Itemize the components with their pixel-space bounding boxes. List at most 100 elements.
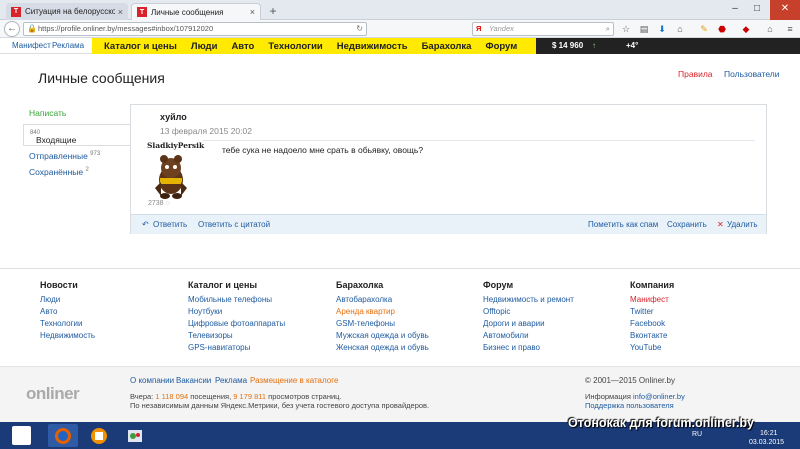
delete-icon[interactable]: ✕ (717, 220, 724, 229)
footer-link[interactable]: Facebook (630, 319, 665, 328)
menu-realty[interactable]: Недвижимость (337, 41, 408, 52)
footer-link[interactable]: GPS-навигаторы (188, 343, 250, 352)
write-message-link[interactable]: Написать (29, 108, 66, 118)
footer-link[interactable]: Люди (40, 295, 60, 304)
footer-link[interactable]: Телевизоры (188, 331, 233, 340)
footer-link[interactable]: Манифест (630, 295, 669, 304)
info-email-link[interactable]: info@onliner.by (633, 392, 685, 401)
firefox-icon (55, 427, 71, 444)
paint-taskbar-icon[interactable] (120, 424, 150, 447)
footer-heading-baraholka[interactable]: Барахолка (336, 280, 383, 290)
reply-button[interactable]: Ответить (153, 220, 187, 229)
footer-link[interactable]: Цифровые фотоаппараты (188, 319, 285, 328)
spam-button[interactable]: Пометить как спам (588, 220, 658, 229)
footer-heading-news[interactable]: Новости (40, 280, 78, 290)
footer-link[interactable]: YouTube (630, 343, 661, 352)
weather[interactable]: +4° (626, 41, 638, 50)
search-input[interactable]: Я Yandex ⌕ (472, 22, 614, 36)
browser-nav-bar: ← 🔒 https://profile.onliner.by/messages#… (0, 20, 800, 38)
message-author[interactable]: хуйло (160, 112, 187, 122)
browser-tab-1[interactable]: T Ситуация на белорусско... × (6, 3, 128, 20)
sidebar-item-saved[interactable]: Сохранённые 2 (29, 167, 89, 177)
close-tab-icon[interactable]: × (118, 7, 123, 17)
browser-tab-2[interactable]: T Личные сообщения × (131, 3, 261, 20)
minimize-icon[interactable]: – (724, 0, 746, 20)
tab-title: Ситуация на белорусско... (25, 7, 115, 16)
menu-tech[interactable]: Технологии (268, 41, 322, 52)
footer-link[interactable]: Автомобили (483, 331, 529, 340)
menu-baraholka[interactable]: Барахолка (422, 41, 472, 52)
notepad-icon[interactable] (12, 426, 31, 445)
reload-icon[interactable]: ↻ (356, 23, 363, 35)
currency-rate[interactable]: $ 14 960 (552, 41, 583, 50)
app-taskbar-icon[interactable] (84, 424, 114, 447)
footer-link[interactable]: Авто (40, 307, 57, 316)
footer-link[interactable]: Мужская одежда и обувь (336, 331, 429, 340)
footer-link[interactable]: Женская одежда и обувь (336, 343, 429, 352)
menu-icon[interactable]: ≡ (784, 23, 796, 35)
search-icon[interactable]: ⌕ (606, 23, 610, 35)
about-link[interactable]: О компании (130, 376, 174, 385)
footer-link[interactable]: Технологии (40, 319, 82, 328)
home-page-icon[interactable]: ⌂ (764, 23, 776, 35)
back-icon[interactable]: ← (4, 21, 20, 37)
home-icon[interactable]: ⌂ (674, 23, 686, 35)
firefox-taskbar-icon[interactable] (48, 424, 78, 447)
footer-link[interactable]: Мобильные телефоны (188, 295, 272, 304)
footer-heading-catalog[interactable]: Каталог и цены (188, 280, 257, 290)
footer-link[interactable]: Twitter (630, 307, 654, 316)
footer-link[interactable]: GSM-телефоны (336, 319, 395, 328)
footer-link[interactable]: Бизнес и право (483, 343, 540, 352)
menu-forum[interactable]: Форум (485, 41, 517, 52)
footer-link[interactable]: Вконтакте (630, 331, 667, 340)
footer-link[interactable]: Аренда квартир (336, 307, 395, 316)
clock-time[interactable]: 16:21 (760, 430, 778, 437)
close-tab-icon[interactable]: × (250, 7, 255, 17)
url-bar[interactable]: 🔒 https://profile.onliner.by/messages#in… (23, 22, 367, 36)
saved-count: 2 (85, 167, 89, 174)
sidebar-item-sent[interactable]: Отправленные 973 (29, 151, 100, 161)
pen-icon[interactable]: ✎ (698, 23, 710, 35)
quote-reply-button[interactable]: Ответить с цитатой (198, 220, 270, 229)
support-link[interactable]: Поддержка пользователя (585, 401, 674, 410)
app-icon (91, 427, 107, 444)
clock-date[interactable]: 03.03.2015 (749, 439, 784, 446)
ads-footer-link[interactable]: Реклама (215, 376, 247, 385)
save-button[interactable]: Сохранить (667, 220, 707, 229)
yandex-icon: Я (476, 24, 482, 33)
footer-link[interactable]: Недвижимость (40, 331, 95, 340)
onliner-logo[interactable]: onliner (26, 384, 80, 404)
footer-link[interactable]: Ноутбуки (188, 307, 222, 316)
jobs-link[interactable]: Вакансии (176, 376, 211, 385)
language-indicator[interactable]: RU (692, 431, 702, 438)
close-window-icon[interactable]: ✕ (770, 0, 800, 20)
onliner-favicon-icon: T (11, 6, 21, 17)
library-icon[interactable]: ▤ (638, 23, 650, 35)
pocket-icon[interactable]: ◆ (740, 23, 752, 35)
site-info-bar: $ 14 960 ↑ +4° (536, 38, 800, 54)
footer-link[interactable]: Автобарахолка (336, 295, 392, 304)
footer-heading-forum[interactable]: Форум (483, 280, 513, 290)
bookmark-star-icon[interactable]: ☆ (620, 23, 632, 35)
ads-link[interactable]: Реклама (52, 41, 84, 50)
sidebar-item-inbox[interactable]: Входящие 840 (23, 124, 131, 146)
menu-people[interactable]: Люди (191, 41, 218, 52)
maximize-icon[interactable]: □ (746, 0, 768, 20)
footer-heading-company[interactable]: Компания (630, 280, 674, 290)
footer-link[interactable]: Offtopic (483, 307, 510, 316)
footer-link[interactable]: Дороги и аварии (483, 319, 545, 328)
menu-catalog[interactable]: Каталог и цены (104, 41, 177, 52)
rules-link[interactable]: Правила (678, 69, 713, 79)
adblock-icon[interactable]: ⬣ (716, 23, 728, 35)
stats-visits: 1 118 094 (155, 392, 189, 401)
delete-button[interactable]: Удалить (727, 220, 758, 229)
reply-arrow-icon[interactable]: ↶ (142, 220, 149, 229)
manifest-link[interactable]: Манифест (12, 41, 51, 50)
menu-auto[interactable]: Авто (231, 41, 254, 52)
site-top-bar: Манифест Реклама Каталог и цены Люди Авт… (0, 38, 800, 54)
users-link[interactable]: Пользователи (724, 69, 779, 79)
catalog-placement-link[interactable]: Размещение в каталоге (250, 376, 338, 385)
new-tab-icon[interactable]: + (266, 4, 280, 18)
footer-link[interactable]: Недвижимость и ремонт (483, 295, 574, 304)
download-icon[interactable]: ⬇ (656, 23, 668, 35)
